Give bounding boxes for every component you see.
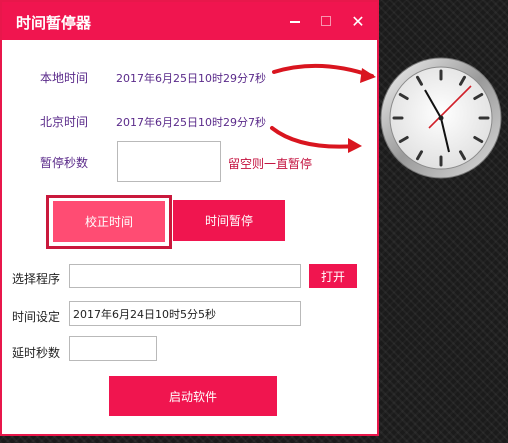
sync-time-button[interactable]: 校正时间: [53, 201, 165, 242]
clock-center-cap: [438, 115, 444, 121]
beijing-time-label: 北京时间: [40, 115, 89, 129]
time-setting-input[interactable]: [69, 301, 301, 326]
analog-clock: [379, 56, 504, 181]
pause-time-button[interactable]: 时间暂停: [173, 200, 285, 241]
pause-seconds-input[interactable]: [117, 141, 221, 182]
pause-seconds-hint: 留空则一直暂停: [228, 157, 313, 171]
launch-software-button[interactable]: 启动软件: [109, 376, 277, 416]
close-icon: ✕: [351, 11, 365, 31]
app-window: 时间暂停器 ✕ 本地时间 2017年6月25日10时29分7秒 北京时间 201…: [0, 0, 379, 436]
local-time-label: 本地时间: [40, 71, 89, 85]
pause-seconds-label: 暂停秒数: [40, 156, 89, 170]
program-path-input[interactable]: [69, 264, 301, 288]
close-button[interactable]: ✕: [347, 10, 369, 32]
maximize-icon: [321, 16, 331, 26]
delay-seconds-label: 延时秒数: [12, 346, 61, 360]
window-title: 时间暂停器: [16, 14, 92, 32]
open-button[interactable]: 打开: [309, 264, 357, 288]
time-setting-label: 时间设定: [12, 310, 61, 324]
maximize-button[interactable]: [315, 10, 337, 32]
select-program-label: 选择程序: [12, 272, 61, 286]
minimize-button[interactable]: [284, 10, 306, 32]
title-bar[interactable]: 时间暂停器 ✕: [2, 2, 377, 40]
beijing-time-value: 2017年6月25日10时29分7秒: [116, 116, 266, 129]
delay-seconds-input[interactable]: [69, 336, 157, 361]
minimize-icon: [290, 21, 300, 23]
local-time-value: 2017年6月25日10时29分7秒: [116, 72, 266, 85]
